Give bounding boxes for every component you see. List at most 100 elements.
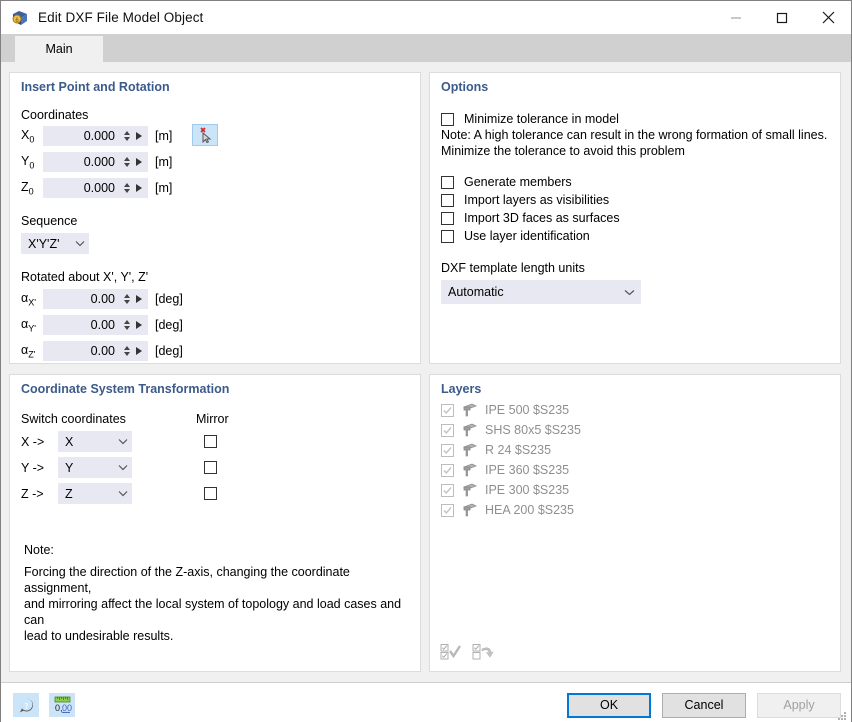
panel-title-options: Options: [430, 73, 840, 94]
x0-input[interactable]: 0.000: [43, 126, 148, 146]
layer-list-item[interactable]: IPE 500 $S235: [441, 400, 840, 420]
y0-spinner[interactable]: [121, 153, 132, 171]
cancel-button[interactable]: Cancel: [662, 693, 746, 718]
layer-visibility-checkbox[interactable]: [441, 484, 454, 497]
transform-to-z: Z: [65, 487, 114, 501]
coordinate-row-z: Z0 0.000 [m]: [21, 178, 420, 198]
minimize-tolerance-row[interactable]: Minimize tolerance in model: [441, 112, 840, 126]
right-column: Options Minimize tolerance in model Note…: [429, 72, 841, 672]
rotation-z-input[interactable]: 0.00: [43, 341, 148, 361]
rotation-x-input[interactable]: 0.00: [43, 289, 148, 309]
x0-expand-icon[interactable]: [136, 132, 142, 140]
layer-icon: [461, 503, 477, 517]
import-3d-faces-as-surfaces-label: Import 3D faces as surfaces: [464, 211, 620, 225]
maximize-icon[interactable]: [759, 1, 805, 34]
select-all-icon[interactable]: [439, 641, 463, 663]
layer-name: SHS 80x5 $S235: [485, 423, 581, 437]
mirror-checkbox-y[interactable]: [204, 461, 217, 474]
layer-list-item[interactable]: SHS 80x5 $S235: [441, 420, 840, 440]
sequence-value: X'Y'Z': [28, 237, 71, 251]
help-button[interactable]: ?: [13, 693, 39, 717]
layers-toolbar: [439, 641, 495, 663]
minimize-icon[interactable]: [713, 1, 759, 34]
layer-icon: [461, 483, 477, 497]
layer-list-item[interactable]: IPE 360 $S235: [441, 460, 840, 480]
tab-main[interactable]: Main: [15, 36, 103, 62]
rotation-x-spinner[interactable]: [121, 290, 132, 308]
units-button[interactable]: 0, 00: [49, 693, 75, 717]
window-controls: [713, 1, 851, 34]
layer-visibility-checkbox[interactable]: [441, 464, 454, 477]
rotation-z-spinner[interactable]: [121, 342, 132, 360]
pick-point-button[interactable]: [192, 124, 218, 146]
x0-spinner[interactable]: [121, 127, 132, 145]
ok-button[interactable]: OK: [567, 693, 651, 718]
rotation-label-z: αZ': [21, 343, 43, 360]
rotation-z-unit: [deg]: [155, 344, 183, 358]
use-layer-identification-row[interactable]: Use layer identification: [441, 229, 840, 243]
dxf-template-units-select[interactable]: Automatic: [441, 280, 641, 304]
help-icon: ?: [18, 697, 35, 714]
rotation-row-z: αZ' 0.00 [deg]: [21, 341, 420, 361]
panel-layers: Layers IPE 500 $S235: [429, 374, 841, 672]
layers-list[interactable]: IPE 500 $S235 SHS 80x5 $S235: [441, 400, 840, 520]
tab-strip: Main: [1, 34, 851, 62]
import-3d-faces-as-surfaces-checkbox[interactable]: [441, 212, 454, 225]
rotation-z-value: 0.00: [43, 344, 121, 358]
dxf-file-icon: 6: [10, 8, 30, 28]
layer-list-item[interactable]: IPE 300 $S235: [441, 480, 840, 500]
transform-to-x: X: [65, 435, 114, 449]
tolerance-note-line-1: Note: A high tolerance can result in the…: [441, 127, 840, 143]
rotation-x-unit: [deg]: [155, 292, 183, 306]
transform-to-y: Y: [65, 461, 114, 475]
layer-visibility-checkbox[interactable]: [441, 444, 454, 457]
chevron-down-icon: [617, 289, 641, 296]
transformation-note: Note: Forcing the direction of the Z-axi…: [10, 542, 420, 644]
layer-visibility-checkbox[interactable]: [441, 504, 454, 517]
layer-icon: [461, 463, 477, 477]
mirror-checkbox-z[interactable]: [204, 487, 217, 500]
coordinate-label-x: X0: [21, 128, 43, 145]
dialog-body: Insert Point and Rotation Coordinates X0…: [1, 62, 851, 672]
transform-select-x[interactable]: X: [58, 431, 132, 452]
import-layers-row[interactable]: Import layers as visibilities: [441, 193, 840, 207]
layer-list-item[interactable]: R 24 $S235: [441, 440, 840, 460]
rotation-y-input[interactable]: 0.00: [43, 315, 148, 335]
y0-input[interactable]: 0.000: [43, 152, 148, 172]
y0-expand-icon[interactable]: [136, 158, 142, 166]
chevron-down-icon: [71, 240, 89, 247]
rotation-y-spinner[interactable]: [121, 316, 132, 334]
rotation-label-y: αY': [21, 317, 43, 334]
close-icon[interactable]: [805, 1, 851, 34]
z0-expand-icon[interactable]: [136, 184, 142, 192]
rotation-x-expand-icon[interactable]: [136, 295, 142, 303]
generate-members-checkbox[interactable]: [441, 176, 454, 189]
import-layers-as-visibilities-checkbox[interactable]: [441, 194, 454, 207]
rotation-y-expand-icon[interactable]: [136, 321, 142, 329]
minimize-tolerance-checkbox[interactable]: [441, 113, 454, 126]
invert-selection-icon[interactable]: [471, 641, 495, 663]
transform-select-y[interactable]: Y: [58, 457, 132, 478]
sequence-select[interactable]: X'Y'Z': [21, 233, 89, 254]
layer-visibility-checkbox[interactable]: [441, 404, 454, 417]
z0-input[interactable]: 0.000: [43, 178, 148, 198]
transform-select-z[interactable]: Z: [58, 483, 132, 504]
panel-title-transformation: Coordinate System Transformation: [10, 375, 420, 396]
layer-visibility-checkbox[interactable]: [441, 424, 454, 437]
import-3d-faces-row[interactable]: Import 3D faces as surfaces: [441, 211, 840, 225]
use-layer-identification-checkbox[interactable]: [441, 230, 454, 243]
coordinate-row-y: Y0 0.000 [m]: [21, 152, 420, 172]
mirror-checkbox-x[interactable]: [204, 435, 217, 448]
generate-members-row[interactable]: Generate members: [441, 175, 840, 189]
rotation-row-y: αY' 0.00 [deg]: [21, 315, 420, 335]
resize-grip[interactable]: [836, 710, 847, 722]
rotation-z-expand-icon[interactable]: [136, 347, 142, 355]
transform-row-z: Z -> Z: [21, 483, 420, 504]
transform-from-z: Z ->: [21, 487, 58, 501]
rotation-x-value: 0.00: [43, 292, 121, 306]
z0-spinner[interactable]: [121, 179, 132, 197]
z0-unit: [m]: [155, 181, 172, 195]
panel-options: Options Minimize tolerance in model Note…: [429, 72, 841, 364]
svg-text:?: ?: [24, 700, 28, 710]
layer-list-item[interactable]: HEA 200 $S235: [441, 500, 840, 520]
